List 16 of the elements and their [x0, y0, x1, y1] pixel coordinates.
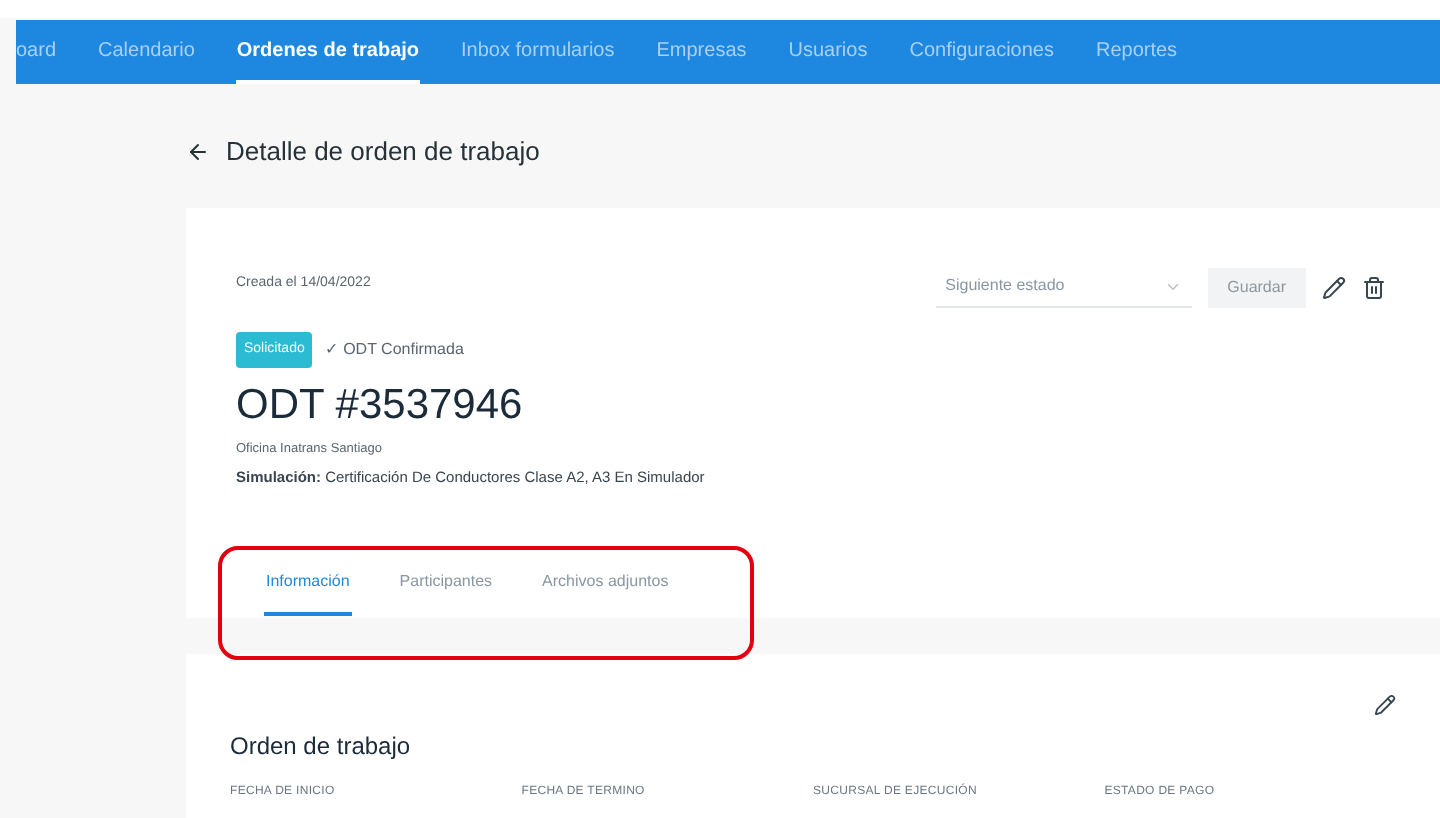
next-state-select[interactable]: Siguiente estado [935, 267, 1192, 307]
nav-tab[interactable]: Calendario [98, 20, 195, 84]
nav-tab[interactable]: Usuarios [788, 20, 868, 84]
section-title: Orden de trabajo [230, 729, 413, 763]
nav-tab[interactable]: Inbox formularios [461, 20, 615, 84]
nav-tab[interactable]: Empresas [656, 20, 747, 84]
confirmation-label: ✓ ODT Confirmada [324, 337, 464, 362]
nav-tab[interactable]: Ordenes de trabajo [236, 20, 420, 84]
section-tab[interactable]: Archivos adjuntos [540, 552, 671, 616]
order-number: ODT #3537946 [236, 380, 525, 432]
page-title: Detalle de orden de trabajo [226, 134, 540, 170]
nav-tab[interactable]: Reportes [1095, 20, 1178, 84]
nav-tab[interactable]: Configuraciones [909, 20, 1054, 84]
section-tab[interactable]: Participantes [397, 552, 495, 616]
section-tab[interactable]: Información [264, 552, 352, 616]
nav-tab[interactable]: oard [16, 20, 57, 84]
